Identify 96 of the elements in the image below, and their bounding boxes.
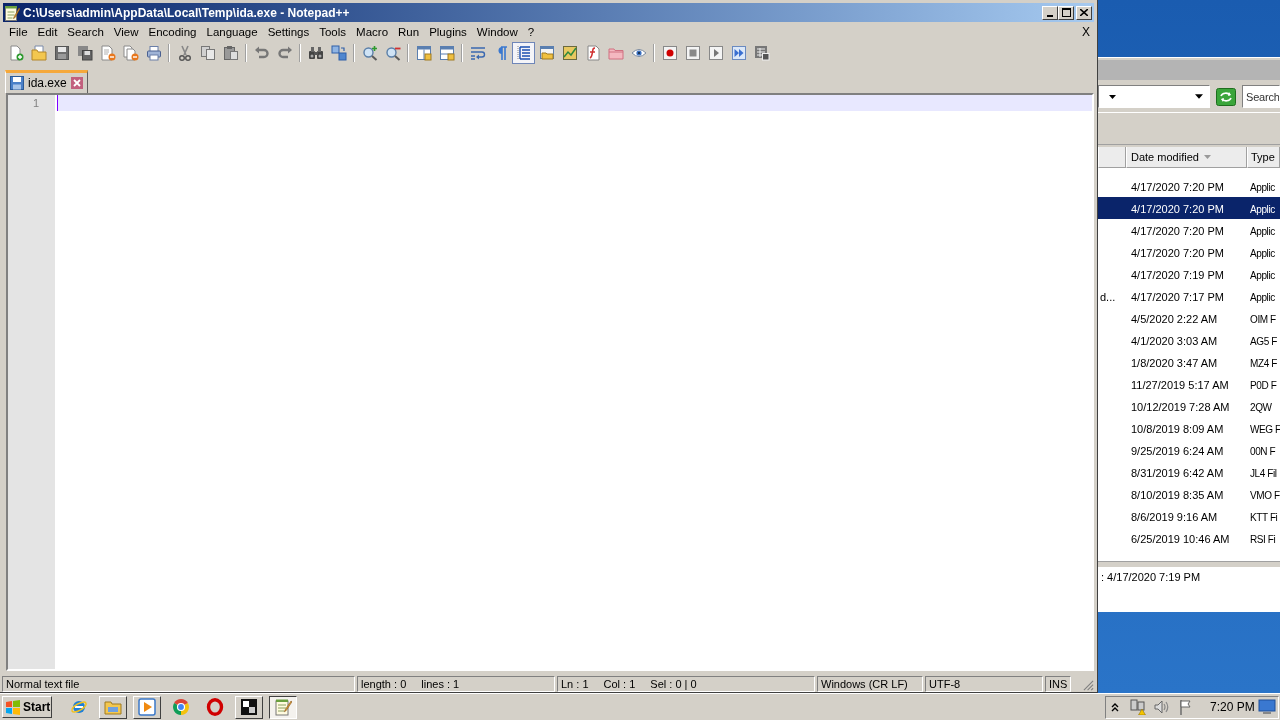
text-caret	[57, 95, 58, 111]
status-text: Ln : 1	[561, 677, 589, 691]
details-text: : 4/17/2020 7:19 PM	[1100, 570, 1202, 585]
date-cell: 10/12/2019 7:28 AM	[1131, 401, 1230, 413]
date-cell: 9/25/2019 6:24 AM	[1131, 445, 1224, 457]
menu-item[interactable]: Window	[471, 23, 523, 41]
maximize-icon	[1061, 8, 1071, 17]
play-tile-icon[interactable]	[138, 698, 156, 716]
refresh-icon[interactable]	[1216, 87, 1236, 106]
menu-item[interactable]: ?	[522, 23, 540, 41]
menu-item[interactable]: Language	[201, 23, 263, 41]
menu-item[interactable]: Run	[393, 23, 425, 41]
date-cell: 10/8/2019 8:09 AM	[1131, 423, 1224, 435]
status-text: Sel : 0 | 0	[650, 677, 697, 691]
start-button[interactable]: Start	[2, 696, 52, 718]
close-icon	[1080, 9, 1088, 16]
date-cell: 4/17/2020 7:20 PM	[1131, 247, 1224, 259]
close-button[interactable]	[1076, 5, 1092, 20]
minimize-icon	[1047, 14, 1053, 17]
column-header[interactable]: Date modified	[1126, 147, 1247, 168]
type-cell: KTT Fi	[1250, 512, 1278, 523]
date-cell: 4/17/2020 7:20 PM	[1131, 203, 1224, 215]
notepad-icon[interactable]	[4, 4, 20, 21]
menu-item[interactable]: Macro	[351, 23, 394, 41]
date-cell: 8/31/2019 6:42 AM	[1131, 467, 1224, 479]
tray-clock[interactable]: 7:20 PM	[1210, 698, 1255, 716]
orbit-globe-icon[interactable]	[70, 698, 88, 716]
column-header[interactable]	[1098, 147, 1126, 168]
menu-item[interactable]: File	[4, 23, 33, 41]
status-text: INS	[1049, 677, 1068, 691]
resize-grip-icon[interactable]	[1083, 680, 1094, 691]
name-cell: d...	[1100, 291, 1116, 303]
status-text: length : 0	[361, 677, 407, 691]
type-cell: 2QW	[1250, 402, 1272, 413]
caret-down-icon[interactable]	[1195, 94, 1203, 99]
date-cell: 8/6/2019 9:16 AM	[1131, 511, 1218, 523]
flag-icon[interactable]	[1178, 699, 1194, 715]
network-warning-icon[interactable]	[1130, 699, 1146, 715]
ring-icon[interactable]	[206, 698, 224, 716]
address-field[interactable]	[1098, 85, 1210, 108]
type-cell: Applic	[1250, 248, 1275, 259]
menu-item[interactable]: Search	[62, 23, 109, 41]
file-row[interactable]: 4/17/2020 7:20 PM Applic	[1098, 197, 1280, 219]
type-cell: WEG F	[1250, 424, 1280, 435]
date-cell: 4/1/2020 3:03 AM	[1131, 335, 1218, 347]
type-cell: Applic	[1250, 270, 1275, 281]
type-cell: Applic	[1250, 292, 1275, 303]
maximize-button[interactable]	[1058, 5, 1074, 20]
type-cell: Applic	[1250, 226, 1275, 237]
caret-down-icon[interactable]	[1109, 94, 1116, 99]
status-text: Windows (CR LF)	[821, 677, 908, 691]
date-cell: 4/17/2020 7:19 PM	[1131, 269, 1224, 281]
menu-item[interactable]: Tools	[314, 23, 352, 41]
taskbar-button[interactable]	[269, 695, 297, 719]
status-text: UTF-8	[929, 677, 961, 691]
type-cell: Applic	[1250, 182, 1275, 193]
type-cell: P0D F	[1250, 380, 1277, 391]
column-header[interactable]: Type	[1247, 147, 1280, 168]
date-cell: 4/17/2020 7:20 PM	[1131, 225, 1224, 237]
close-icon[interactable]	[70, 77, 83, 89]
type-cell: VMO F	[1250, 490, 1280, 501]
date-cell: 6/25/2019 10:46 AM	[1131, 533, 1230, 545]
close-document-button[interactable]: X	[1082, 23, 1090, 41]
window-title: C:\Users\admin\AppData\Local\Temp\ida.exe - Notepad++	[23, 4, 350, 22]
type-cell: MZ4 F	[1250, 358, 1277, 369]
type-cell: RSI Fi	[1250, 534, 1276, 545]
date-cell: 8/10/2019 8:35 AM	[1131, 489, 1224, 501]
menu-item[interactable]: Edit	[32, 23, 63, 41]
sort-caret-icon	[1203, 155, 1211, 159]
status-text: Normal text file	[6, 677, 80, 691]
square-tile-icon[interactable]	[240, 698, 258, 716]
type-cell: OIM F	[1250, 314, 1276, 325]
minimize-button[interactable]	[1042, 5, 1058, 20]
menu-item[interactable]: Encoding	[143, 23, 202, 41]
menu-item[interactable]: Plugins	[424, 23, 472, 41]
four-pane-flag-icon	[5, 699, 21, 715]
speaker-icon[interactable]	[1153, 699, 1169, 715]
type-cell: Applic	[1250, 204, 1275, 215]
date-cell: 4/17/2020 7:17 PM	[1131, 291, 1224, 303]
segmented-circle-icon[interactable]	[172, 698, 190, 716]
type-cell: AG5 F	[1250, 336, 1277, 347]
tab[interactable]: ida.exe	[5, 70, 88, 93]
type-cell: 00N F	[1250, 446, 1276, 457]
date-cell: 4/5/2020 2:22 AM	[1131, 313, 1218, 325]
monitor-icon[interactable]	[1258, 699, 1276, 715]
status-text: lines : 1	[421, 677, 460, 691]
chevron-icon[interactable]	[1111, 702, 1119, 712]
date-cell: 1/8/2020 3:47 AM	[1131, 357, 1218, 369]
type-cell: JL4 Fil	[1250, 468, 1277, 479]
date-cell: 11/27/2019 5:17 AM	[1131, 379, 1229, 391]
search-field[interactable]: Search	[1242, 85, 1280, 108]
line-number: 1	[31, 96, 40, 111]
menu-item[interactable]: Settings	[262, 23, 315, 41]
status-text: Col : 1	[603, 677, 636, 691]
date-cell: 4/17/2020 7:20 PM	[1131, 181, 1224, 193]
menu-item[interactable]: View	[108, 23, 144, 41]
